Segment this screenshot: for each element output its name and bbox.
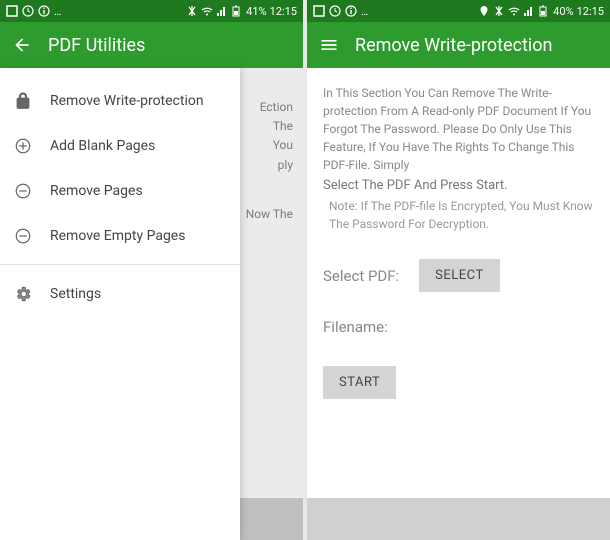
lock-icon: [14, 92, 32, 110]
drawer-item-label: Add Blank Pages: [50, 138, 155, 154]
wifi-icon: [508, 5, 520, 17]
drawer-item-label: Remove Empty Pages: [50, 228, 185, 244]
description-text: In This Section You Can Remove The Write…: [323, 84, 594, 174]
status-bar: … 40% 12:15: [307, 0, 610, 22]
status-bar: … 41% 12:15: [0, 0, 303, 22]
minus-circle-icon: [14, 227, 32, 245]
clock-icon: [22, 5, 34, 17]
drawer-item-remove-empty-pages[interactable]: Remove Empty Pages: [0, 213, 240, 258]
divider: [0, 264, 240, 265]
signal-icon: [216, 5, 228, 17]
plus-circle-icon: [14, 137, 32, 155]
phone-right: … 40% 12:15 Remove Write-protection In T…: [307, 0, 610, 540]
minus-circle-icon: [14, 182, 32, 200]
battery-text: 40%: [553, 5, 573, 18]
menu-icon[interactable]: [319, 35, 339, 55]
drawer-item-remove-write-protection[interactable]: Remove Write-protection: [0, 78, 240, 123]
back-icon[interactable]: [12, 35, 32, 55]
drawer-item-settings[interactable]: Settings: [0, 271, 240, 316]
clock-icon: [329, 5, 341, 17]
screenshot-icon: [6, 5, 18, 17]
appbar-title: PDF Utilities: [48, 35, 145, 56]
clock-text: 12:15: [577, 5, 604, 18]
more-icon: …: [361, 5, 368, 18]
more-icon: …: [54, 5, 61, 18]
info-icon: [38, 5, 50, 17]
drawer-item-label: Settings: [50, 286, 101, 302]
description-instruction: Select The PDF And Press Start.: [323, 178, 594, 193]
wifi-icon: [201, 5, 213, 17]
note-text: Note: If The PDF-file Is Encrypted, You …: [323, 197, 594, 233]
location-icon: [478, 5, 490, 17]
clock-text: 12:15: [270, 5, 297, 18]
info-icon: [345, 5, 357, 17]
signal-icon: [523, 5, 535, 17]
filename-label: Filename:: [323, 318, 388, 336]
select-button[interactable]: SELECT: [419, 259, 500, 292]
drawer-item-label: Remove Pages: [50, 183, 143, 199]
drawer-item-add-blank-pages[interactable]: Add Blank Pages: [0, 123, 240, 168]
vibrate-icon: [493, 5, 505, 17]
navigation-drawer: Remove Write-protection Add Blank Pages …: [0, 68, 240, 540]
appbar-title: Remove Write-protection: [355, 35, 552, 56]
select-pdf-label: Select PDF:: [323, 267, 399, 285]
screen-body: In This Section You Can Remove The Write…: [307, 68, 610, 498]
drawer-item-label: Remove Write-protection: [50, 93, 204, 109]
battery-icon: [231, 5, 243, 17]
start-button[interactable]: START: [323, 366, 396, 399]
vibrate-icon: [186, 5, 198, 17]
battery-text: 41%: [246, 5, 266, 18]
phone-left: … 41% 12:15 PDF Utilities Ection The You…: [0, 0, 303, 540]
app-bar: PDF Utilities: [0, 22, 303, 68]
app-bar: Remove Write-protection: [307, 22, 610, 68]
battery-icon: [538, 5, 550, 17]
footer-bar: [307, 498, 610, 540]
screenshot-icon: [313, 5, 325, 17]
gear-icon: [14, 285, 32, 303]
drawer-item-remove-pages[interactable]: Remove Pages: [0, 168, 240, 213]
